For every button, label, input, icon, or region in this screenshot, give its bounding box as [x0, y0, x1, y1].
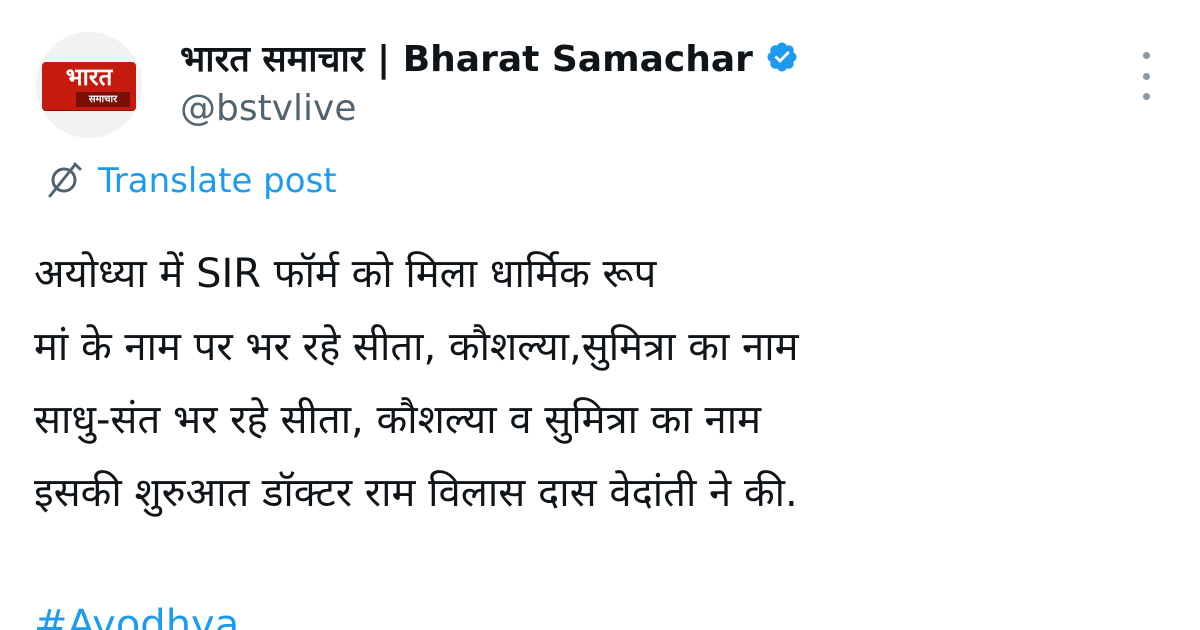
more-dot-icon [1142, 93, 1150, 100]
translate-post-label[interactable]: Translate post [98, 161, 337, 201]
display-name-row[interactable]: भारत समाचार | Bharat Samachar [180, 34, 799, 80]
avatar[interactable]: भारत समाचार [36, 32, 142, 138]
post-card: भारत समाचार भारत समाचार | Bharat Samacha… [0, 0, 1200, 630]
translate-icon [48, 162, 82, 198]
logo-sub-text: समाचार [76, 92, 130, 107]
more-options-button[interactable] [1132, 52, 1160, 100]
logo-main-text: भारत [65, 63, 113, 91]
verified-badge-icon[interactable] [765, 40, 799, 74]
post-text-line: इसकी शुरुआत डॉक्टर राम विलास दास वेदांती… [34, 470, 798, 516]
more-dot-icon [1142, 52, 1150, 59]
translate-post-button[interactable]: Translate post [42, 158, 337, 204]
hashtag-link[interactable]: #Ayodhya [34, 600, 239, 630]
bharat-samachar-logo: भारत समाचार [42, 62, 136, 110]
user-handle[interactable]: @bstvlive [180, 86, 356, 132]
more-dot-icon [1142, 72, 1150, 80]
display-name[interactable]: भारत समाचार | Bharat Samachar [180, 33, 753, 82]
post-text-line: साधु-संत भर रहे सीता, कौशल्या व सुमित्रा… [34, 397, 762, 443]
post-text: अयोध्या में SIR फॉर्म को मिला धार्मिक रू… [34, 238, 1174, 530]
post-text-line: अयोध्या में SIR फॉर्म को मिला धार्मिक रू… [34, 251, 657, 297]
post-text-line: मां के नाम पर भर रहे सीता, कौशल्या,सुमित… [34, 324, 799, 370]
